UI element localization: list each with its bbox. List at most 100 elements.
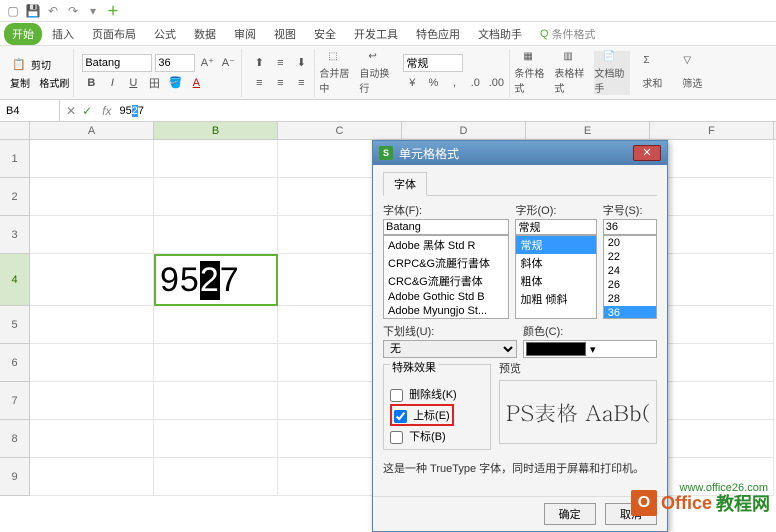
wps-home-icon[interactable]: ▢ [6,4,20,18]
tab-review[interactable]: 审阅 [226,23,264,45]
underline-button[interactable]: U [124,74,142,92]
qat-dropdown-icon[interactable]: ▾ [86,4,100,18]
row-header-8[interactable]: 8 [0,420,30,458]
close-icon[interactable]: ✕ [633,145,661,161]
align-center-icon[interactable]: ≡ [271,74,289,92]
col-header-E[interactable]: E [526,122,650,139]
col-header-C[interactable]: C [278,122,402,139]
col-header-B[interactable]: B [154,122,278,139]
number-format-combo[interactable] [403,54,463,72]
decrease-font-icon[interactable]: A⁻ [219,54,237,72]
copy-label[interactable]: 复制 [10,75,30,90]
ok-button[interactable]: 确定 [544,503,596,525]
align-top-icon[interactable]: ⬆ [250,54,268,72]
formula-input[interactable]: 9527 [115,105,776,117]
ribbon: 📋剪切 复制 格式刷 A⁺ A⁻ B I U 田 🪣 A ⬆ ≡ ⬇ ≡ ≡ ≡ [0,46,776,100]
tab-view[interactable]: 视图 [266,23,304,45]
size-input[interactable] [603,219,657,235]
wrap-text-button[interactable]: ↩自动换行 [359,51,395,95]
select-all-corner[interactable] [0,122,30,139]
row-header-7[interactable]: 7 [0,382,30,420]
checkbox-subscript[interactable]: 下标(B) [390,428,484,444]
row-header-2[interactable]: 2 [0,178,30,216]
funnel-icon: ▽ [683,55,701,73]
save-icon[interactable]: 💾 [26,4,40,18]
dialog-tab-font[interactable]: 字体 [383,172,427,196]
row-header-3[interactable]: 3 [0,216,30,254]
merge-center-button[interactable]: ⬚合并居中 [319,51,355,95]
row-header-9[interactable]: 9 [0,458,30,496]
filter-button[interactable]: ▽筛选 [674,51,710,95]
tab-insert[interactable]: 插入 [44,23,82,45]
cut-label[interactable]: 剪切 [31,57,51,72]
col-header-D[interactable]: D [402,122,526,139]
col-header-F[interactable]: F [650,122,774,139]
fill-color-icon[interactable]: 🪣 [166,74,184,92]
tab-start[interactable]: 开始 [4,23,42,45]
dec-decimal-icon[interactable]: .00 [487,74,505,92]
align-left-icon[interactable]: ≡ [250,74,268,92]
redo-icon[interactable]: ↷ [66,4,80,18]
tab-docassist[interactable]: 文档助手 [470,23,530,45]
tab-security[interactable]: 安全 [306,23,344,45]
row-header-1[interactable]: 1 [0,140,30,178]
font-size-combo[interactable] [155,54,195,72]
cond-format-button[interactable]: ▦条件格式 [514,51,550,95]
color-select[interactable]: ▾ [523,340,657,358]
checkbox-strike[interactable]: 删除线(K) [390,386,484,402]
row-header-4[interactable]: 4 [0,254,30,306]
effects-group: 特殊效果 删除线(K) 上标(E) 下标(B) [383,364,491,450]
sum-button[interactable]: Σ求和 [634,51,670,95]
comma-icon[interactable]: , [445,74,463,92]
font-color-icon[interactable]: A [187,74,205,92]
font-input[interactable] [383,219,509,235]
align-middle-icon[interactable]: ≡ [271,54,289,72]
name-box[interactable]: B4 [0,100,60,121]
active-cell-B4[interactable]: 9527 [154,254,278,306]
wps-logo-icon: S [379,146,393,160]
new-tab-icon[interactable]: ＋ [106,4,120,18]
currency-icon[interactable]: ¥ [403,74,421,92]
size-listbox[interactable]: 20 22 24 26 28 36 [603,235,657,319]
label-font: 字体(F): [383,202,509,218]
bold-button[interactable]: B [82,74,100,92]
cancel-edit-icon[interactable]: ✕ [66,104,76,118]
align-right-icon[interactable]: ≡ [292,74,310,92]
format-painter-label[interactable]: 格式刷 [39,75,69,90]
col-header-A[interactable]: A [30,122,154,139]
row-header-5[interactable]: 5 [0,306,30,344]
label-preview: 预览 [499,363,521,375]
confirm-edit-icon[interactable]: ✓ [82,104,92,118]
font-listbox[interactable]: Adobe 黑体 Std R CRPC&G流麗行書体 CRC&G流麗行書体 Ad… [383,235,509,319]
cond-format-icon: ▦ [523,51,541,63]
style-input[interactable] [515,219,596,235]
tab-devtools[interactable]: 开发工具 [346,23,406,45]
doc-assist-button[interactable]: 📄文档助手 [594,51,630,95]
table-style-button[interactable]: ▥表格样式 [554,51,590,95]
label-underline: 下划线(U): [383,323,517,339]
underline-select[interactable]: 无 [383,340,517,358]
fx-icon[interactable]: fx [98,104,115,118]
italic-button[interactable]: I [103,74,121,92]
tab-formula[interactable]: 公式 [146,23,184,45]
undo-icon[interactable]: ↶ [46,4,60,18]
paste-icon[interactable]: 📋 [10,55,28,73]
tab-data[interactable]: 数据 [186,23,224,45]
tab-special[interactable]: 特色应用 [408,23,468,45]
dialog-titlebar[interactable]: S 单元格格式 ✕ [373,141,667,165]
percent-icon[interactable]: % [424,74,442,92]
font-name-combo[interactable] [82,54,152,72]
search-placeholder: 条件格式 [552,26,596,42]
office-logo-icon: O [631,490,657,516]
align-bottom-icon[interactable]: ⬇ [292,54,310,72]
inc-decimal-icon[interactable]: .0 [466,74,484,92]
ribbon-search[interactable]: Q 条件格式 [540,26,596,42]
row-header-6[interactable]: 6 [0,344,30,382]
label-color: 颜色(C): [523,323,657,339]
checkbox-superscript[interactable]: 上标(E) [390,404,454,426]
increase-font-icon[interactable]: A⁺ [198,54,216,72]
border-icon[interactable]: 田 [145,74,163,92]
style-listbox[interactable]: 常规 斜体 粗体 加粗 倾斜 [515,235,596,319]
tab-layout[interactable]: 页面布局 [84,23,144,45]
table-style-icon: ▥ [563,51,581,63]
